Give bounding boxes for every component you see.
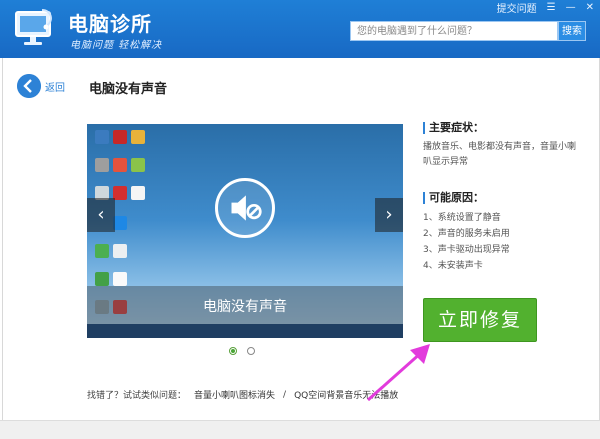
window-controls: 提交问题 ☰ — ✕ [497,0,594,15]
similar-problems: 找错了？试试类似问题： 音量小喇叭图标消失 / QQ空间背景音乐无法播放 [87,388,398,402]
fix-now-button[interactable]: 立即修复 [423,298,537,342]
causes-list: 1、系统设置了静音 2、声音的服务未启用 3、声卡驱动出现异常 4、未安装声卡 [423,210,583,274]
back-arrow-icon[interactable] [17,74,41,98]
desktop-icon [113,130,127,144]
slide-dot-2[interactable] [247,347,255,355]
search-button[interactable]: 搜索 [558,21,586,41]
search-input[interactable]: 您的电脑遇到了什么问题？ [350,21,558,41]
back-link[interactable]: 返回 [45,79,65,94]
next-slide-button[interactable]: › [375,198,403,232]
preview-taskbar [87,324,403,338]
minimize-icon[interactable]: — [566,2,576,13]
monitor-stethoscope-icon [15,9,52,45]
slide-indicator [229,347,255,355]
desktop-icon [113,158,127,172]
cause-item: 4、未安装声卡 [423,261,483,271]
desktop-icon [113,244,127,258]
footer-bar [0,420,600,439]
app-title: 电脑诊所 [68,12,152,36]
desktop-icon [131,186,145,200]
causes-heading: 可能原因： [423,192,583,204]
feedback-link[interactable]: 提交问题 [497,0,537,15]
desktop-icon [95,272,109,286]
symptoms-text: 播放音乐、电影都没有声音，音量小喇叭显示异常 [423,142,577,167]
separator: / [283,389,287,400]
symptoms-heading: 主要症状： [423,122,583,134]
annotation-arrow-icon [367,344,430,402]
desktop-icon [113,216,127,230]
desktop-icon [113,186,127,200]
desktop-icon [95,158,109,172]
app-header: 电脑诊所 电脑问题 轻松解决 提交问题 ☰ — ✕ 您的电脑遇到了什么问题？ 搜… [0,0,600,58]
desktop-icon [95,244,109,258]
close-icon[interactable]: ✕ [586,2,594,13]
similar-link-1[interactable]: 音量小喇叭图标消失 [194,388,275,401]
slide-dot-1[interactable] [229,347,237,355]
desktop-icon [131,130,145,144]
muted-speaker-icon [215,178,275,238]
page-title: 电脑没有声音 [89,82,168,97]
prev-slide-button[interactable]: ‹ [87,198,115,232]
preview-caption: 电脑没有声音 [203,299,287,315]
desktop-icon [95,130,109,144]
problem-info-panel: 主要症状： 播放音乐、电影都没有声音，音量小喇叭显示异常 可能原因： 1、系统设… [423,122,583,274]
problem-preview-image: ‹ › 电脑没有声音 [87,124,403,338]
main-content: 返回 电脑没有声音 ‹ › 电脑没有声音 主要症状： 播放音乐、电影都没有声音，… [2,58,600,420]
cause-item: 3、声卡驱动出现异常 [423,245,510,255]
cause-item: 1、系统设置了静音 [423,213,501,223]
cause-item: 2、声音的服务未启用 [423,229,510,239]
menu-icon[interactable]: ☰ [547,2,556,13]
similar-prompt: 找错了？试试类似问题： [87,391,187,401]
desktop-icon [113,272,127,286]
desktop-icon [131,158,145,172]
app-slogan: 电脑问题 轻松解决 [70,40,163,51]
